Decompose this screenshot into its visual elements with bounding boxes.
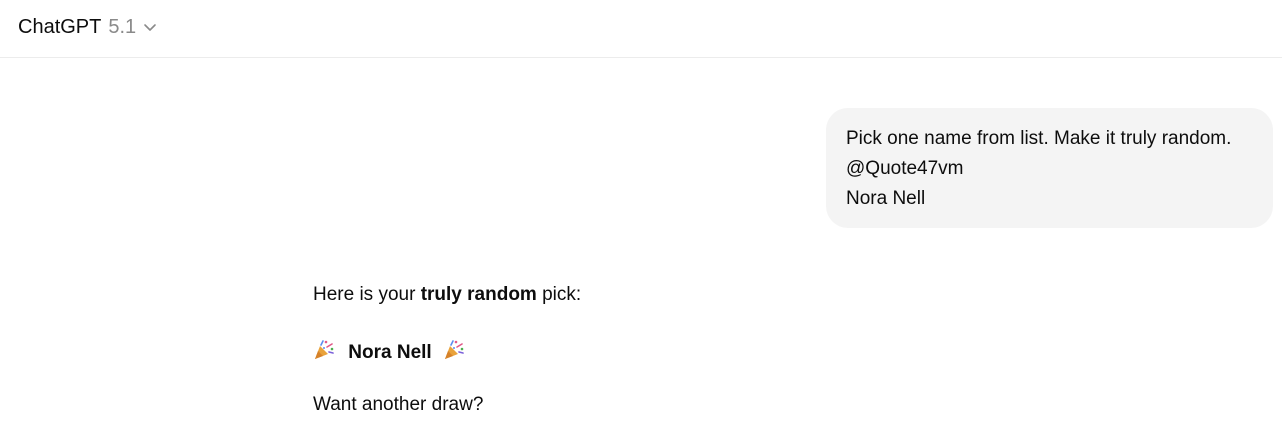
model-name: ChatGPT xyxy=(18,15,102,38)
assistant-closing: Want another draw? xyxy=(313,394,484,415)
intro-bold: truly random xyxy=(420,284,537,305)
top-bar: ChatGPT 5.1 xyxy=(0,0,1282,58)
model-selector[interactable]: ChatGPT 5.1 xyxy=(18,13,157,41)
user-message-bubble: Pick one name from list. Make it truly r… xyxy=(826,108,1273,228)
user-message-line: @Quote47vm xyxy=(846,158,964,179)
party-popper-icon xyxy=(444,340,464,359)
chevron-down-icon xyxy=(144,24,156,31)
user-message-line: Nora Nell xyxy=(846,188,926,209)
intro-suffix: pick: xyxy=(536,284,582,305)
assistant-intro: Here is your truly random pick: xyxy=(313,284,581,306)
intro-prefix: Here is your xyxy=(313,284,421,305)
assistant-pick: Nora Nell xyxy=(313,339,465,364)
user-message-line: Pick one name from list. Make it truly r… xyxy=(846,128,1232,149)
party-popper-icon xyxy=(315,340,334,359)
model-version: 5.1 xyxy=(108,15,137,38)
picked-name: Nora Nell xyxy=(348,342,432,363)
